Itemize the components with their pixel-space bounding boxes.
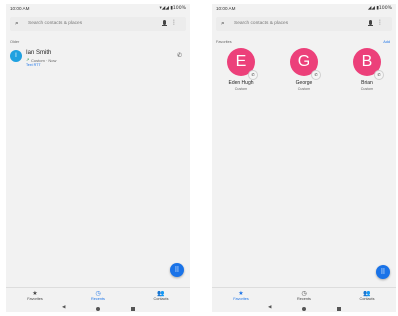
search-bar[interactable]: ⌕ Search contacts & places ⋮ — [10, 17, 186, 31]
recent-apps-icon[interactable] — [131, 306, 135, 311]
tab-favorites[interactable]: ★ Favorites — [10, 290, 60, 302]
tab-label-recents: Recents — [91, 297, 105, 301]
favorite-type: Custom — [360, 87, 374, 91]
favorite-name: George — [295, 80, 313, 86]
call-log-row[interactable]: I Ian Smith ↗ Custom · Now Text RTT ✆ — [6, 48, 190, 70]
search-icon: ⌕ — [15, 19, 19, 27]
avatar[interactable]: I — [10, 50, 22, 62]
status-bar: 10:00 AM ◢◢ ▮100% — [212, 4, 396, 14]
search-bar[interactable]: ⌕ Search contacts & places ⋮ — [216, 17, 392, 31]
back-icon[interactable]: ◀ — [268, 305, 271, 310]
outgoing-call-icon: ↗ — [26, 57, 30, 62]
tab-contacts[interactable]: 👥 Contacts — [136, 290, 186, 302]
home-icon[interactable] — [96, 306, 100, 311]
tab-recents[interactable]: ◷ Recents — [279, 290, 329, 302]
phone-icon[interactable]: ✆ — [177, 52, 182, 59]
phone-badge-icon: ✆ — [311, 70, 321, 80]
home-icon[interactable] — [302, 306, 306, 311]
recent-apps-icon[interactable] — [337, 306, 341, 311]
bottom-navigation: ★ Favorites ◷ Recents 👥 Contacts — [6, 287, 190, 305]
add-favorite-link[interactable]: Add — [383, 40, 390, 44]
status-icons: ◢◢ ▮100% — [367, 6, 392, 11]
favorite-name: Eden Hugh — [228, 80, 254, 86]
tab-label-favorites: Favorites — [27, 297, 43, 301]
favorite-contact[interactable]: E ✆ Eden Hugh Custom — [216, 48, 266, 94]
tab-favorites[interactable]: ★ Favorites — [216, 290, 266, 302]
more-options-icon[interactable]: ⋮ — [171, 19, 177, 26]
system-navigation-bar: ◀ — [6, 304, 190, 312]
back-icon[interactable]: ◀ — [62, 305, 65, 310]
star-icon: ★ — [238, 290, 244, 297]
clock-icon: ◷ — [301, 290, 307, 297]
status-icons: ▾◢◢ ▮100% — [159, 6, 187, 11]
status-bar: 10:00 AM ▾◢◢ ▮100% — [6, 4, 190, 14]
rtt-label: Text RTT — [26, 63, 41, 67]
star-icon: ★ — [32, 290, 38, 297]
status-time: 10:00 AM — [10, 6, 30, 11]
microphone-icon[interactable] — [162, 20, 167, 26]
tab-label-favorites: Favorites — [233, 297, 249, 301]
dialpad-icon: ⠿ — [380, 268, 386, 276]
search-icon: ⌕ — [221, 19, 225, 27]
search-placeholder[interactable]: Search contacts & places — [234, 21, 288, 26]
section-header-older: Older — [10, 40, 20, 44]
system-navigation-bar: ◀ — [212, 304, 396, 312]
tab-recents[interactable]: ◷ Recents — [73, 290, 123, 302]
clock-icon: ◷ — [95, 290, 101, 297]
caller-name: Ian Smith — [26, 50, 52, 56]
favorite-name: Brian — [361, 80, 373, 86]
recents-screen: 10:00 AM ▾◢◢ ▮100% ⌕ Search contacts & p… — [6, 4, 190, 312]
favorite-type: Custom — [234, 87, 248, 91]
more-options-icon[interactable]: ⋮ — [377, 19, 383, 26]
favorites-screen: 10:00 AM ◢◢ ▮100% ⌕ Search contacts & pl… — [212, 4, 396, 312]
phone-badge-icon: ✆ — [374, 70, 384, 80]
search-placeholder[interactable]: Search contacts & places — [28, 21, 82, 26]
microphone-icon[interactable] — [368, 20, 373, 26]
favorite-type: Custom — [297, 87, 311, 91]
phone-badge-icon: ✆ — [248, 70, 258, 80]
dialpad-button[interactable]: ⠿ — [376, 265, 390, 279]
favorite-contact[interactable]: B ✆ Brian Custom — [342, 48, 392, 94]
favorite-contact[interactable]: G ✆ George Custom — [279, 48, 329, 94]
tab-contacts[interactable]: 👥 Contacts — [342, 290, 392, 302]
dialpad-button[interactable]: ⠿ — [170, 263, 184, 277]
people-icon: 👥 — [363, 290, 371, 297]
tab-label-contacts: Contacts — [359, 297, 375, 301]
people-icon: 👥 — [157, 290, 165, 297]
section-header-favorites: Favorites — [216, 40, 232, 44]
status-time: 10:00 AM — [216, 6, 236, 11]
dialpad-icon: ⠿ — [174, 266, 180, 274]
tab-label-contacts: Contacts — [153, 297, 169, 301]
tab-label-recents: Recents — [297, 297, 311, 301]
bottom-navigation: ★ Favorites ◷ Recents 👥 Contacts — [212, 287, 396, 305]
